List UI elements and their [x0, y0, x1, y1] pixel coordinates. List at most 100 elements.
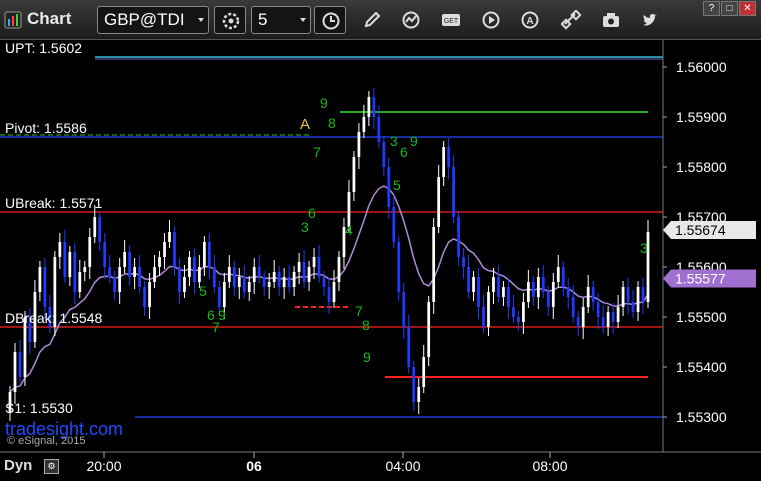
candle-body — [217, 287, 221, 307]
candle-body — [317, 257, 321, 277]
candle-body — [352, 157, 356, 192]
close-button[interactable]: ✕ — [739, 1, 756, 16]
x-tick-label: 04:00 — [385, 458, 420, 474]
maximize-button[interactable]: □ — [721, 1, 738, 16]
candle-body — [93, 217, 97, 237]
candle-body — [252, 267, 256, 282]
candle-body — [362, 117, 366, 132]
candle-body — [153, 267, 156, 282]
candle-body — [128, 252, 131, 277]
price-chart[interactable]: 9763849873 96579653A 1.560001.559001.5580… — [0, 40, 761, 481]
candle-body — [227, 267, 231, 282]
toolbar: Chart GBP@TDI 5 GET A ? □ ✕ — [0, 0, 761, 40]
candle-body — [377, 117, 381, 142]
candle-body — [561, 267, 565, 287]
interval-settings-button[interactable] — [314, 6, 346, 34]
x-tick-label: 08:00 — [532, 458, 567, 474]
candle-body — [203, 242, 206, 267]
y-tick-label: 1.55300 — [676, 409, 727, 425]
candle-body — [447, 147, 450, 167]
candle-body — [367, 97, 371, 117]
sequence-count-label: 8 — [328, 115, 336, 131]
sequence-count-label: 6 — [400, 144, 408, 160]
candle-body — [591, 287, 595, 302]
candle-body — [462, 257, 465, 267]
candle-body — [13, 352, 17, 392]
interval-selector[interactable]: 5 — [251, 6, 311, 34]
candle-body — [581, 307, 585, 327]
alert-icon[interactable]: A — [520, 10, 540, 30]
candle-body — [382, 142, 386, 167]
candle-body — [527, 282, 530, 302]
pencil-icon[interactable] — [362, 10, 382, 30]
sequence-count-label: 8 — [362, 317, 370, 333]
level-label-upt: UPT: 1.5602 — [5, 40, 83, 56]
candle-body — [397, 242, 401, 292]
candle-body — [83, 267, 87, 272]
candle-body — [636, 287, 640, 312]
candle-body — [626, 287, 630, 302]
candle-body — [88, 237, 92, 267]
studies-icon[interactable] — [401, 10, 421, 30]
candle-body — [606, 312, 610, 327]
chart-app-icon — [4, 11, 22, 29]
candle-body — [23, 317, 27, 377]
candle-body — [497, 277, 500, 297]
candle-body — [178, 267, 181, 292]
dyn-label: Dyn — [4, 457, 33, 474]
level-label-pivot: Pivot: 1.5586 — [5, 120, 87, 136]
candle-body — [138, 267, 141, 287]
twitter-icon[interactable] — [640, 10, 660, 30]
candle-body — [277, 272, 281, 287]
candle-body — [507, 287, 510, 307]
svg-text:GET: GET — [444, 18, 459, 25]
candle-body — [118, 267, 122, 292]
symbol-selector[interactable]: GBP@TDI — [97, 6, 209, 34]
candle-body — [58, 242, 62, 257]
candle-body — [322, 277, 326, 287]
sequence-count-label: 7 — [355, 303, 363, 319]
y-tick-label: 1.55900 — [676, 109, 727, 125]
app-title: Chart — [27, 9, 72, 28]
camera-icon[interactable] — [601, 10, 621, 30]
sequence-count-label: 9 — [320, 95, 328, 111]
copyright: © eSignal, 2015 — [7, 435, 86, 447]
sequence-count-label: 3 — [390, 133, 398, 149]
candle-body — [272, 272, 276, 282]
candle-body — [601, 317, 605, 327]
candle-body — [262, 277, 266, 287]
interval-value: 5 — [258, 10, 268, 29]
candle-body — [412, 367, 416, 402]
candle-body — [467, 267, 470, 292]
candle-body — [576, 317, 580, 327]
candle-body — [432, 227, 436, 302]
candle-body — [477, 277, 480, 307]
candle-body — [287, 277, 291, 287]
level-label-s1: S1: 1.5530 — [5, 400, 73, 416]
scale-settings-button[interactable]: ⚙ — [44, 459, 59, 474]
gear-icon — [222, 12, 240, 30]
play-icon[interactable] — [481, 10, 501, 30]
candle-body — [43, 267, 47, 307]
get-data-icon[interactable]: GET — [441, 10, 461, 30]
candle-body — [68, 252, 72, 277]
symbol-settings-button[interactable] — [214, 6, 246, 34]
candle-body — [212, 267, 216, 287]
candle-body — [566, 287, 570, 297]
link-icon[interactable] — [561, 10, 581, 30]
candle-body — [158, 257, 161, 267]
candle-body — [402, 292, 406, 327]
candle-body — [531, 282, 535, 297]
candle-body — [247, 282, 251, 292]
candle-body — [517, 317, 520, 322]
candle-body — [482, 307, 485, 327]
candle-body — [631, 302, 635, 312]
candle-body — [183, 277, 186, 292]
sequence-count-label: 9 — [218, 307, 226, 323]
candle-body — [242, 277, 246, 292]
candle-body — [452, 167, 455, 217]
candle-body — [392, 207, 396, 242]
help-button[interactable]: ? — [703, 1, 720, 16]
candle-body — [73, 252, 77, 292]
marker-a-label: A — [300, 116, 310, 133]
